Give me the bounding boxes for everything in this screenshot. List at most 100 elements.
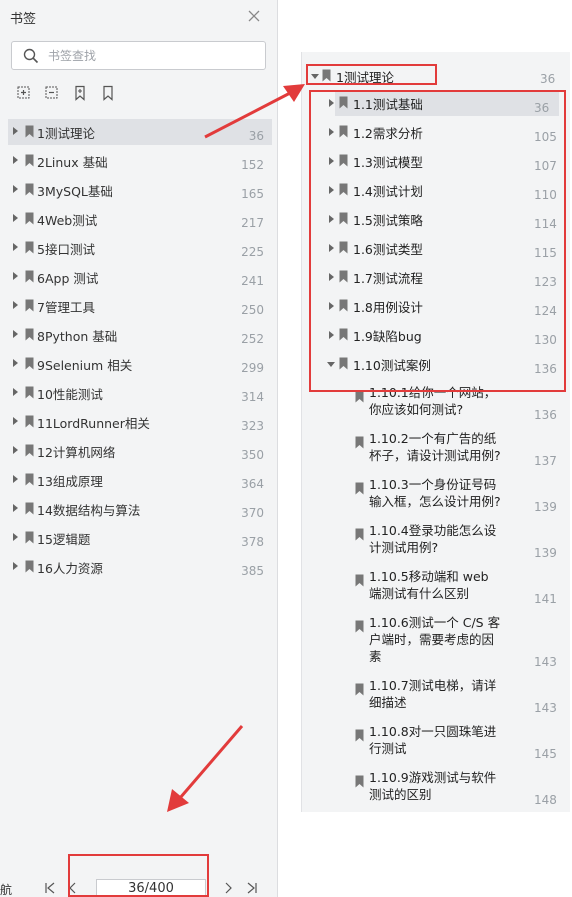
child-bookmark-item[interactable]: 1.6测试类型 115: [302, 235, 571, 261]
expand-arrow-icon[interactable]: [13, 272, 18, 280]
expand-arrow-icon[interactable]: [329, 331, 334, 339]
page-number: 225: [241, 245, 264, 259]
grandchild-bookmark-item[interactable]: 1.10.6测试一个 C/S 客户端时，需要考虑的因素 143: [302, 614, 571, 669]
bookmark-icon: [25, 502, 34, 515]
grandchild-bookmark-item[interactable]: 1.10.2一个有广告的纸杯子，请设计测试用例? 137: [302, 430, 571, 474]
bookmark-search-box[interactable]: [11, 41, 266, 70]
bookmark-label: 11LordRunner相关: [37, 416, 150, 431]
bookmark-icon: [339, 212, 348, 225]
expand-arrow-icon[interactable]: [13, 388, 18, 396]
last-page-icon[interactable]: [246, 882, 258, 894]
collapse-all-icon[interactable]: [44, 85, 60, 101]
expand-arrow-icon[interactable]: [13, 359, 18, 367]
first-page-icon[interactable]: [44, 882, 56, 894]
bookmark-item[interactable]: 7管理工具 250: [8, 293, 272, 319]
bookmark-item[interactable]: 4Web测试 217: [8, 206, 272, 232]
child-bookmark-item[interactable]: 1.1测试基础 36: [302, 90, 571, 116]
bookmark-icon: [339, 299, 348, 312]
bookmark-item[interactable]: 13组成原理 364: [8, 467, 272, 493]
child-bookmark-item[interactable]: 1.2需求分析 105: [302, 119, 571, 145]
child-bookmark-label: 1.7测试流程: [353, 271, 423, 286]
expand-arrow-icon[interactable]: [329, 186, 334, 194]
child-bookmark-item[interactable]: 1.7测试流程 123: [302, 264, 571, 290]
expand-arrow-icon[interactable]: [13, 127, 18, 135]
child-bookmark-item[interactable]: 1.10测试案例 136: [302, 351, 571, 377]
grandchild-bookmark-item[interactable]: 1.10.9游戏测试与软件测试的区别 148: [302, 769, 571, 813]
bookmark-item[interactable]: 3MySQL基础 165: [8, 177, 272, 203]
expand-arrow-icon[interactable]: [13, 533, 18, 541]
expand-arrow-icon[interactable]: [329, 302, 334, 310]
expand-arrow-icon[interactable]: [13, 417, 18, 425]
bookmark-icon: [25, 125, 34, 138]
bookmark-label: 3MySQL基础: [37, 184, 113, 199]
bookmark-item[interactable]: 11LordRunner相关 323: [8, 409, 272, 435]
grandchild-bookmark-item[interactable]: 1.10.4登录功能怎么设计测试用例? 139: [302, 522, 571, 566]
page-number: 378: [241, 535, 264, 549]
close-icon[interactable]: [246, 8, 262, 24]
expand-arrow-icon[interactable]: [13, 156, 18, 164]
bookmark-item[interactable]: 10性能测试 314: [8, 380, 272, 406]
bookmark-item[interactable]: 8Python 基础 252: [8, 322, 272, 348]
child-bookmark-item[interactable]: 1.5测试策略 114: [302, 206, 571, 232]
child-bookmark-item[interactable]: 1.3测试模型 107: [302, 148, 571, 174]
bookmark-icon: [339, 270, 348, 283]
bookmark-item[interactable]: 9Selenium 相关 299: [8, 351, 272, 377]
bookmark-icon[interactable]: [100, 85, 116, 101]
bookmark-item[interactable]: 15逻辑题 378: [8, 525, 272, 551]
expanded-root-label: 1测试理论: [336, 70, 394, 85]
bookmark-label: 15逻辑题: [37, 532, 91, 547]
grandchild-bookmark-label: 1.10.4登录功能怎么设计测试用例?: [369, 523, 497, 555]
expand-arrow-icon[interactable]: [329, 273, 334, 281]
expand-arrow-icon[interactable]: [13, 475, 18, 483]
nav-label: 航: [0, 883, 13, 897]
grandchild-bookmark-item[interactable]: 1.10.5移动端和 web 端测试有什么区别 141: [302, 568, 571, 612]
child-bookmark-item[interactable]: 1.8用例设计 124: [302, 293, 571, 319]
expand-arrow-icon[interactable]: [329, 215, 334, 223]
bookmark-label: 1测试理论: [37, 126, 95, 141]
grandchild-bookmark-label: 1.10.7测试电梯，请详细描述: [369, 678, 497, 710]
bookmark-item[interactable]: 14数据结构与算法 370: [8, 496, 272, 522]
expand-arrow-icon[interactable]: [13, 330, 18, 338]
bookmark-icon: [339, 328, 348, 341]
expand-arrow-icon[interactable]: [13, 301, 18, 309]
grandchild-bookmark-label: 1.10.9游戏测试与软件测试的区别: [369, 770, 497, 802]
bookmark-item[interactable]: 6App 测试 241: [8, 264, 272, 290]
next-page-icon[interactable]: [222, 882, 234, 894]
expand-arrow-icon[interactable]: [13, 185, 18, 193]
child-bookmark-item[interactable]: 1.9缺陷bug 130: [302, 322, 571, 348]
bookmark-search-input[interactable]: [48, 46, 253, 66]
expand-all-icon[interactable]: [16, 85, 32, 101]
expand-arrow-icon[interactable]: [13, 214, 18, 222]
bookmark-item[interactable]: 1测试理论 36: [8, 119, 272, 145]
expand-arrow-icon[interactable]: [329, 157, 334, 165]
expand-arrow-icon[interactable]: [329, 99, 334, 107]
expand-arrow-icon[interactable]: [329, 244, 334, 252]
grandchild-bookmark-item[interactable]: 1.10.1给你一个网站，你应该如何测试? 136: [302, 384, 571, 428]
expand-arrow-icon[interactable]: [13, 243, 18, 251]
bookmark-icon: [339, 183, 348, 196]
expand-arrow-icon[interactable]: [13, 446, 18, 454]
page-number: 36: [534, 101, 550, 115]
child-bookmark-item[interactable]: 1.4测试计划 110: [302, 177, 571, 203]
page-number: 252: [241, 332, 264, 346]
grandchild-bookmark-item[interactable]: 1.10.8对一只圆珠笔进行测试 145: [302, 723, 571, 767]
expand-arrow-icon[interactable]: [13, 504, 18, 512]
bookmark-item[interactable]: 16人力资源 385: [8, 554, 272, 580]
bookmark-item[interactable]: 12计算机网络 350: [8, 438, 272, 464]
expanded-root-item[interactable]: 1测试理论 36: [302, 65, 571, 89]
grandchild-bookmark-item[interactable]: 1.10.7测试电梯，请详细描述 143: [302, 677, 571, 721]
previous-page-icon[interactable]: [67, 882, 79, 894]
expand-arrow-icon[interactable]: [329, 128, 334, 136]
bookmark-item[interactable]: 5接口测试 225: [8, 235, 272, 261]
bookmark-item[interactable]: 2Linux 基础 152: [8, 148, 272, 174]
add-bookmark-icon[interactable]: [72, 85, 88, 101]
page-number-input[interactable]: 36/400: [96, 879, 206, 897]
page-number: 152: [241, 158, 264, 172]
expand-arrow-icon[interactable]: [13, 562, 18, 570]
collapse-arrow-icon[interactable]: [327, 362, 335, 367]
bookmark-icon: [25, 154, 34, 167]
grandchild-bookmark-item[interactable]: 1.10.3一个身份证号码输入框，怎么设计用例? 139: [302, 476, 571, 520]
page-number: 143: [534, 701, 557, 715]
bookmark-icon: [355, 436, 364, 449]
collapse-arrow-icon[interactable]: [311, 74, 319, 79]
